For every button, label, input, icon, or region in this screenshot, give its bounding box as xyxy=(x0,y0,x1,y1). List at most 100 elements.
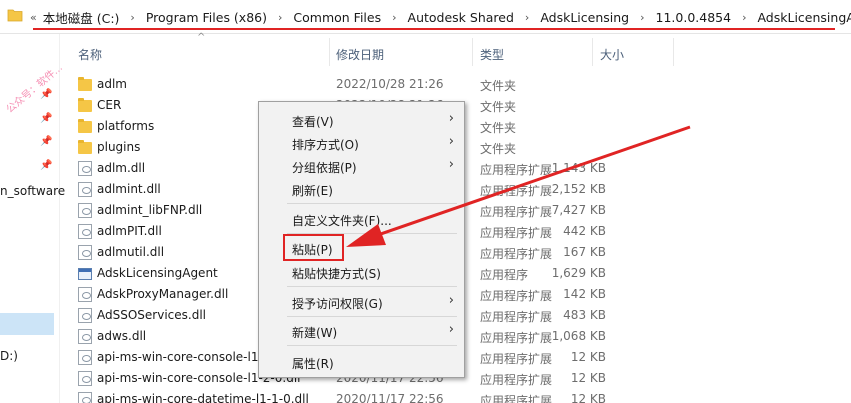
crumb-program-files[interactable]: Program Files (x86) xyxy=(146,10,267,25)
file-name: adlm xyxy=(97,77,127,91)
menu-item-label: 自定义文件夹(F)... xyxy=(292,214,392,228)
header-date[interactable]: 修改日期 xyxy=(336,46,384,63)
submenu-arrow-icon: › xyxy=(448,111,454,126)
file-type: 文件夹 xyxy=(480,100,517,114)
overflow-chevron-icon[interactable]: « xyxy=(30,11,37,24)
menu-item-label: 分组依据(P) xyxy=(292,161,357,175)
menu-item-give-access[interactable]: 授予访问权限(G) › xyxy=(259,291,464,313)
file-name: plugins xyxy=(97,140,141,154)
file-date: 2020/11/17 22:56 xyxy=(336,392,444,403)
file-size: 12 KB xyxy=(570,371,606,385)
sort-ascending-icon: ^ xyxy=(197,32,206,43)
nav-item-drive-d[interactable]: D:) xyxy=(0,349,18,363)
file-size: 442 KB xyxy=(563,224,606,238)
folder-icon xyxy=(78,119,92,133)
file-name: api-ms-win-core-console-l1- xyxy=(97,350,263,364)
header-size[interactable]: 大小 xyxy=(600,46,624,63)
header-name[interactable]: 名称 xyxy=(78,46,102,63)
column-divider[interactable] xyxy=(673,38,674,66)
crumb-version[interactable]: 11.0.0.4854 xyxy=(656,10,732,25)
file-name: api-ms-win-core-datetime-l1-1-0.dll xyxy=(97,392,309,403)
file-type: 应用程序扩展 xyxy=(480,394,553,403)
pin-icon[interactable]: 📌 xyxy=(40,136,52,148)
file-name: adws.dll xyxy=(97,329,147,343)
menu-item-label: 属性(R) xyxy=(292,357,334,371)
file-size: 1,629 KB xyxy=(551,266,606,280)
file-name: adlmutil.dll xyxy=(97,245,165,259)
dll-file-icon xyxy=(78,182,92,197)
address-bar[interactable]: « 本地磁盘 (C:) › Program Files (x86) › Comm… xyxy=(0,0,851,34)
file-name: adlmint.dll xyxy=(97,182,161,196)
file-row[interactable]: adlm 2022/10/28 21:26 文件夹 xyxy=(60,74,851,95)
file-date: 2022/10/28 21:26 xyxy=(336,77,444,91)
file-name: adlmPIT.dll xyxy=(97,224,162,238)
submenu-arrow-icon: › xyxy=(448,322,454,337)
file-type: 文件夹 xyxy=(480,79,517,93)
file-type: 应用程序扩展 xyxy=(480,331,553,345)
watermark: 公众号：软件... xyxy=(4,62,65,116)
chevron-right-icon[interactable]: › xyxy=(525,11,529,24)
menu-item-view[interactable]: 查看(V) › xyxy=(259,109,464,131)
chevron-right-icon[interactable]: › xyxy=(392,11,396,24)
menu-item-group-by[interactable]: 分组依据(P) › xyxy=(259,155,464,177)
file-size: 483 KB xyxy=(563,308,606,322)
crumb-agent[interactable]: AdskLicensingAgent xyxy=(757,10,851,25)
file-size: 7,427 KB xyxy=(551,203,606,217)
dll-file-icon xyxy=(78,224,92,239)
submenu-arrow-icon: › xyxy=(448,293,454,308)
dll-file-icon xyxy=(78,308,92,323)
menu-item-paste-shortcut[interactable]: 粘贴快捷方式(S) xyxy=(259,261,464,283)
menu-item-label: 授予访问权限(G) xyxy=(292,297,383,311)
menu-separator xyxy=(287,203,457,204)
column-divider[interactable] xyxy=(592,38,593,66)
dll-file-icon xyxy=(78,350,92,365)
menu-item-properties[interactable]: 属性(R) xyxy=(259,351,464,373)
chevron-right-icon[interactable]: › xyxy=(742,11,746,24)
chevron-right-icon[interactable]: › xyxy=(278,11,282,24)
pin-icon[interactable]: 📌 xyxy=(40,160,52,172)
address-highlight-underline xyxy=(33,28,835,30)
menu-item-new[interactable]: 新建(W) › xyxy=(259,320,464,342)
paste-highlight-box xyxy=(283,234,344,261)
file-name: CER xyxy=(97,98,122,112)
menu-separator xyxy=(287,286,457,287)
chevron-right-icon[interactable]: › xyxy=(130,11,134,24)
file-type: 应用程序扩展 xyxy=(480,289,553,303)
column-divider[interactable] xyxy=(329,38,330,66)
chevron-right-icon[interactable]: › xyxy=(640,11,644,24)
crumb-autodesk-shared[interactable]: Autodesk Shared xyxy=(408,10,514,25)
file-type: 应用程序扩展 xyxy=(480,205,553,219)
nav-item-software[interactable]: n_software xyxy=(0,184,65,198)
nav-item-selected[interactable] xyxy=(0,313,54,335)
menu-item-sort-by[interactable]: 排序方式(O) › xyxy=(259,132,464,154)
dll-file-icon xyxy=(78,392,92,403)
file-row[interactable]: api-ms-win-core-datetime-l1-1-0.dll 2020/… xyxy=(60,389,851,403)
crumb-drive[interactable]: 本地磁盘 (C:) xyxy=(43,8,120,27)
folder-icon xyxy=(78,77,92,91)
dll-file-icon xyxy=(78,203,92,218)
dll-file-icon xyxy=(78,329,92,344)
menu-item-customize-folder[interactable]: 自定义文件夹(F)... xyxy=(259,208,464,230)
menu-item-label: 查看(V) xyxy=(292,115,334,129)
menu-item-refresh[interactable]: 刷新(E) xyxy=(259,178,464,200)
crumb-adsklicensing[interactable]: AdskLicensing xyxy=(540,10,629,25)
crumb-common-files[interactable]: Common Files xyxy=(293,10,381,25)
column-divider[interactable] xyxy=(472,38,473,66)
file-type: 文件夹 xyxy=(480,142,517,156)
file-size: 1,068 KB xyxy=(551,329,606,343)
file-name: AdskProxyManager.dll xyxy=(97,287,229,301)
file-size: 12 KB xyxy=(570,350,606,364)
file-size: 142 KB xyxy=(563,287,606,301)
file-type: 应用程序扩展 xyxy=(480,226,553,240)
pin-icon[interactable]: 📌 xyxy=(40,113,52,125)
file-type: 应用程序扩展 xyxy=(480,184,553,198)
submenu-arrow-icon: › xyxy=(448,157,454,172)
file-size: 1,143 KB xyxy=(551,161,606,175)
file-type: 应用程序 xyxy=(480,268,529,282)
header-type[interactable]: 类型 xyxy=(480,46,504,63)
navigation-pane[interactable]: 公众号：软件... 📌 📌 📌 📌 n_software D:) xyxy=(0,34,65,403)
pin-icon[interactable]: 📌 xyxy=(40,89,52,101)
file-name: adlm.dll xyxy=(97,161,146,175)
file-name: AdSSOServices.dll xyxy=(97,308,206,322)
column-headers: ^ 名称 修改日期 类型 大小 xyxy=(60,32,851,72)
